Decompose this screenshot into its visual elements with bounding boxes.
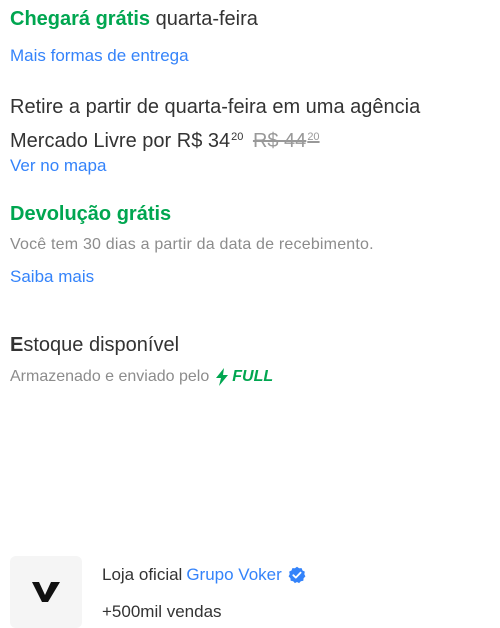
learn-more-link[interactable]: Saiba mais — [10, 267, 94, 287]
voker-logo-icon — [32, 582, 60, 602]
full-badge: FULL — [215, 368, 273, 386]
verified-check-icon — [288, 566, 306, 584]
returns-description: Você tem 30 dias a partir da data de rec… — [10, 236, 374, 253]
shipping-day: quarta-feira — [150, 8, 258, 30]
shipping-title-highlight: Chegará grátis — [10, 8, 151, 30]
lightning-bolt-icon — [216, 368, 229, 386]
stock-title: Estoque disponível — [10, 334, 180, 356]
seller-logo[interactable] — [10, 556, 82, 628]
pickup-original-price: R$ 4420 — [252, 130, 320, 152]
stock-subtitle: Armazenado e enviado pelo FULL — [10, 368, 274, 386]
pickup-price: R$ 3420 — [176, 130, 244, 152]
seller-info: Loja oficial Grupo Voker — [102, 565, 306, 585]
shipping-title: Chegará grátis quarta-feira — [10, 8, 258, 31]
pickup-info: Retire a partir de quarta-feira em uma a… — [10, 92, 490, 156]
view-on-map-link[interactable]: Ver no mapa — [10, 156, 106, 176]
more-shipping-options-link[interactable]: Mais formas de entrega — [10, 46, 189, 66]
official-store-label: Loja oficial — [102, 565, 183, 584]
store-name-link[interactable]: Grupo Voker — [186, 565, 281, 585]
returns-title: Devolução grátis — [10, 203, 172, 225]
seller-sales-count: +500mil vendas — [102, 602, 222, 621]
